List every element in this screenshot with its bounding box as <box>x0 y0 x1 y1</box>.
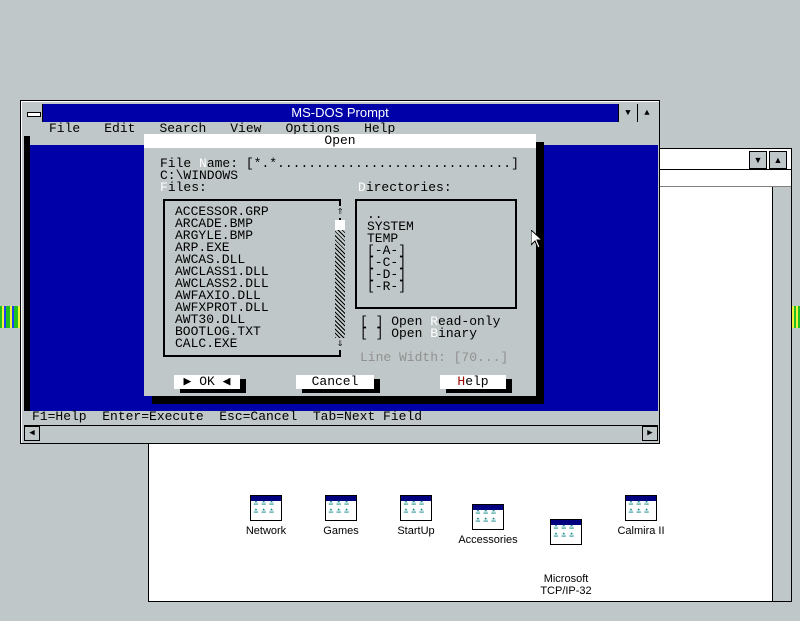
scroll-right-arrow-icon[interactable]: ▶ <box>642 426 658 441</box>
calmira-group-icon[interactable]: Calmira II <box>596 495 686 537</box>
cancel-button[interactable]: Cancel <box>296 375 374 389</box>
help-button[interactable]: Help <box>440 375 506 389</box>
accessories-group-icon[interactable]: Accessories <box>443 504 533 546</box>
menu-file[interactable]: File <box>49 121 80 136</box>
scroll-up-arrow-icon[interactable]: ⇑ <box>335 206 345 218</box>
files-label-text: iles: <box>167 180 207 195</box>
pointer-right-icon: ▶ <box>183 374 200 389</box>
directories-list[interactable]: .. SYSTEM TEMP [-A-] [-C-] [-D-] [-R-] <box>367 208 414 293</box>
program-group-icon <box>325 495 357 521</box>
dirs-label-text: irectories: <box>365 180 452 195</box>
binary-label: [ ] Open <box>360 326 431 341</box>
files-label: Files: <box>160 180 207 195</box>
program-group-icon <box>250 495 282 521</box>
dialog-title: Open <box>144 134 536 148</box>
binary-label-rest: inary <box>438 326 478 341</box>
maximize-button[interactable]: ▲ <box>769 151 787 169</box>
scroll-left-arrow-icon[interactable]: ◀ <box>24 426 40 441</box>
files-hotkey: F <box>160 180 168 195</box>
pointer-left-icon: ◀ <box>214 374 231 389</box>
maximize-button[interactable]: ▲ <box>637 104 656 122</box>
open-dialog: Open File Name: [*.*....................… <box>144 134 536 396</box>
program-group-icon <box>625 495 657 521</box>
binary-hotkey: B <box>430 326 439 341</box>
system-menu-icon[interactable] <box>24 104 43 122</box>
ok-button[interactable]: ▶ OK ◀ <box>174 375 240 389</box>
filename-input[interactable]: [*.*..............................] <box>246 156 519 171</box>
help-label: elp <box>465 374 489 389</box>
line-width-field: Line Width: [70...] <box>360 350 509 365</box>
ok-label: OK <box>199 374 215 389</box>
icon-label: Microsoft TCP/IP-32 <box>540 573 592 597</box>
horizontal-scrollbar[interactable]: ◀ ▶ <box>24 425 658 441</box>
open-binary-checkbox[interactable]: [ ] Open Binary <box>360 326 478 341</box>
dirs-hotkey: D <box>358 180 366 195</box>
minimize-button[interactable]: ▼ <box>618 104 637 122</box>
program-group-icon <box>550 519 582 545</box>
window-title[interactable]: MS-DOS Prompt <box>24 104 656 122</box>
mouse-pointer-icon <box>531 230 543 249</box>
status-bar: F1=Help Enter=Execute Esc=Cancel Tab=Nex… <box>24 410 658 423</box>
directory-list-item[interactable]: [-R-] <box>367 280 414 293</box>
icon-label: Accessories <box>458 534 518 546</box>
program-group-icon <box>400 495 432 521</box>
files-scrollbar-track[interactable] <box>335 230 345 338</box>
background-band-left <box>0 306 22 328</box>
menu-edit[interactable]: Edit <box>104 121 135 136</box>
files-scroll-thumb[interactable] <box>335 220 345 230</box>
program-group-icon <box>472 504 504 530</box>
files-list[interactable]: ACCESSOR.GRP ARCADE.BMP ARGYLE.BMP ARP.EXE A… <box>175 205 269 350</box>
icon-label: Calmira II <box>617 525 665 537</box>
file-list-item[interactable]: CALC.EXE <box>175 337 269 350</box>
minimize-button[interactable]: ▼ <box>749 151 767 169</box>
scroll-down-arrow-icon[interactable]: ⇓ <box>335 338 345 350</box>
directories-label: Directories: <box>358 180 452 195</box>
program-group-scrollbar[interactable] <box>772 187 791 601</box>
